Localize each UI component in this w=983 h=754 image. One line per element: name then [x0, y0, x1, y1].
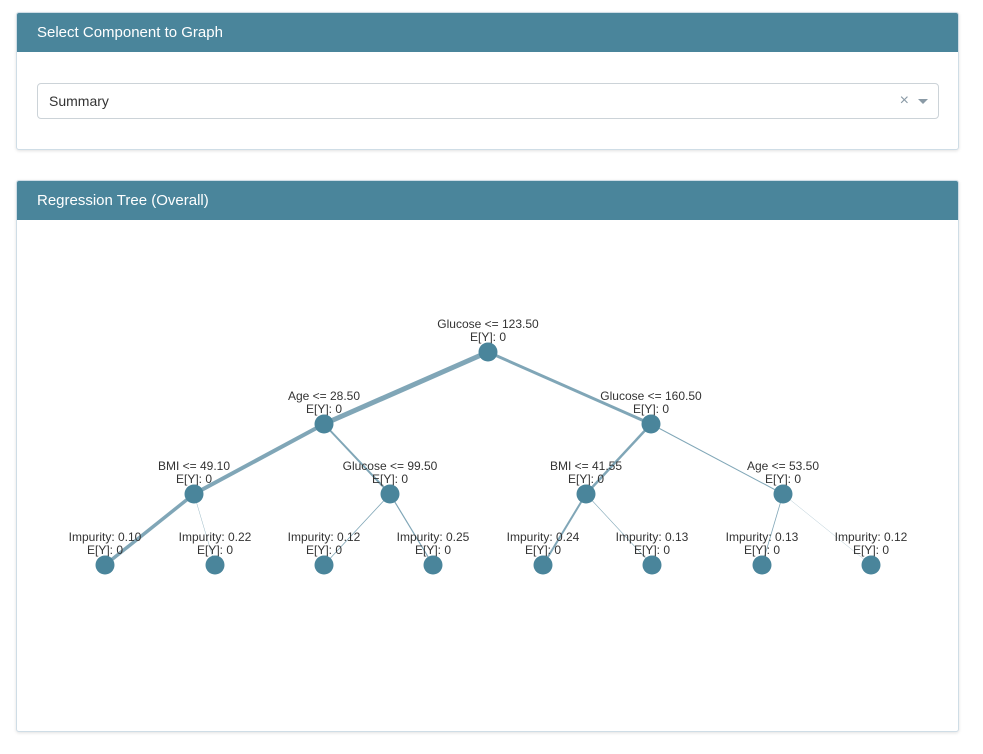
node-split-label: BMI <= 49.10 [158, 459, 230, 473]
tree-node-marker[interactable] [533, 555, 553, 575]
tree-node-l7[interactable]: Impurity: 0.13E[Y]: 0 [726, 530, 799, 575]
tree-node-marker[interactable] [314, 555, 334, 575]
tree-node-marker[interactable] [314, 414, 334, 434]
node-value-label: E[Y]: 0 [372, 472, 408, 486]
regression-tree-card: Regression Tree (Overall) Glucose <= 123… [16, 180, 959, 732]
node-value-label: E[Y]: 0 [415, 543, 451, 557]
tree-node-marker[interactable] [95, 555, 115, 575]
node-split-label: Age <= 28.50 [288, 389, 360, 403]
tree-node-l1[interactable]: Impurity: 0.10E[Y]: 0 [69, 530, 142, 575]
node-value-label: E[Y]: 0 [197, 543, 233, 557]
chevron-down-icon[interactable] [918, 99, 928, 104]
tree-node-root[interactable]: Glucose <= 123.50E[Y]: 0 [437, 317, 539, 362]
node-split-label: Impurity: 0.25 [397, 530, 470, 544]
tree-node-marker[interactable] [576, 484, 596, 504]
node-split-label: BMI <= 41.55 [550, 459, 622, 473]
node-value-label: E[Y]: 0 [744, 543, 780, 557]
component-select[interactable]: Summary × [37, 83, 939, 119]
regression-tree-graph: Glucose <= 123.50E[Y]: 0Age <= 28.50E[Y]… [69, 317, 908, 575]
tree-node-marker[interactable] [478, 342, 498, 362]
tree-node-n6[interactable]: Age <= 53.50E[Y]: 0 [747, 459, 819, 504]
node-value-label: E[Y]: 0 [176, 472, 212, 486]
node-value-label: E[Y]: 0 [87, 543, 123, 557]
tree-node-marker[interactable] [380, 484, 400, 504]
node-value-label: E[Y]: 0 [525, 543, 561, 557]
tree-node-l2[interactable]: Impurity: 0.22E[Y]: 0 [179, 530, 252, 575]
clear-icon[interactable]: × [900, 84, 909, 118]
node-split-label: Impurity: 0.13 [616, 530, 689, 544]
node-split-label: Glucose <= 123.50 [437, 317, 539, 331]
tree-node-marker[interactable] [205, 555, 225, 575]
tree-node-marker[interactable] [773, 484, 793, 504]
node-split-label: Impurity: 0.22 [179, 530, 252, 544]
node-split-label: Impurity: 0.10 [69, 530, 142, 544]
tree-node-n4[interactable]: Glucose <= 99.50E[Y]: 0 [343, 459, 438, 504]
tree-node-marker[interactable] [641, 414, 661, 434]
tree-node-marker[interactable] [423, 555, 443, 575]
tree-node-marker[interactable] [861, 555, 881, 575]
select-card-title: Select Component to Graph [17, 13, 958, 52]
tree-node-n2[interactable]: Glucose <= 160.50E[Y]: 0 [600, 389, 702, 434]
tree-node-l8[interactable]: Impurity: 0.12E[Y]: 0 [835, 530, 908, 575]
node-value-label: E[Y]: 0 [853, 543, 889, 557]
tree-node-l5[interactable]: Impurity: 0.24E[Y]: 0 [507, 530, 580, 575]
tree-node-l4[interactable]: Impurity: 0.25E[Y]: 0 [397, 530, 470, 575]
tree-node-l3[interactable]: Impurity: 0.12E[Y]: 0 [288, 530, 361, 575]
select-component-card: Select Component to Graph Summary × [16, 12, 959, 150]
node-split-label: Impurity: 0.12 [288, 530, 361, 544]
node-value-label: E[Y]: 0 [765, 472, 801, 486]
node-split-label: Impurity: 0.12 [835, 530, 908, 544]
node-split-label: Impurity: 0.13 [726, 530, 799, 544]
node-value-label: E[Y]: 0 [306, 543, 342, 557]
node-value-label: E[Y]: 0 [633, 402, 669, 416]
tree-node-marker[interactable] [184, 484, 204, 504]
node-split-label: Glucose <= 99.50 [343, 459, 438, 473]
node-value-label: E[Y]: 0 [634, 543, 670, 557]
tree-node-n5[interactable]: BMI <= 41.55E[Y]: 0 [550, 459, 622, 504]
tree-node-marker[interactable] [752, 555, 772, 575]
node-split-label: Glucose <= 160.50 [600, 389, 702, 403]
node-split-label: Age <= 53.50 [747, 459, 819, 473]
tree-node-l6[interactable]: Impurity: 0.13E[Y]: 0 [616, 530, 689, 575]
node-value-label: E[Y]: 0 [568, 472, 604, 486]
node-value-label: E[Y]: 0 [306, 402, 342, 416]
node-value-label: E[Y]: 0 [470, 330, 506, 344]
tree-edge-root-n2 [487, 350, 652, 426]
tree-node-marker[interactable] [642, 555, 662, 575]
node-split-label: Impurity: 0.24 [507, 530, 580, 544]
component-select-value: Summary [49, 93, 109, 109]
tree-edge-root-n1 [322, 349, 490, 427]
